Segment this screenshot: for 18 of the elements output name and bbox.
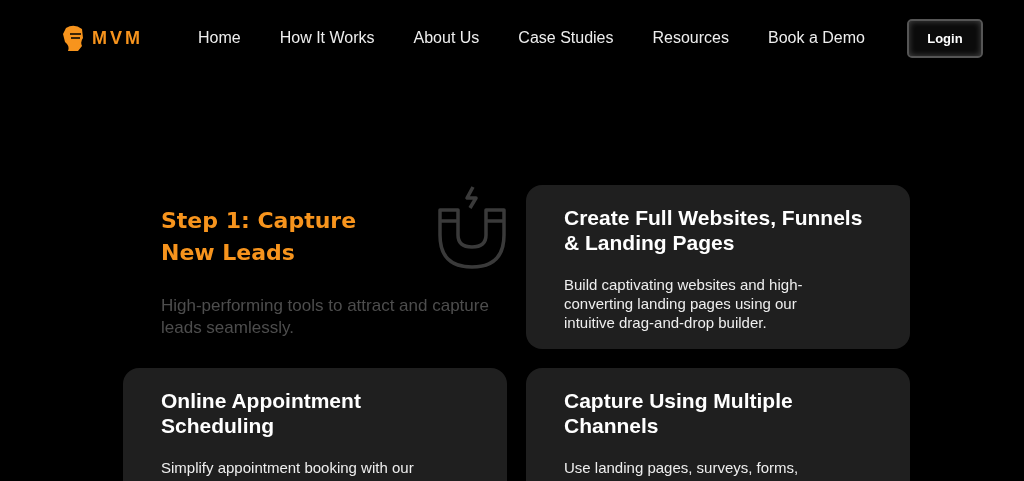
- card-title: Online Appointment Scheduling: [161, 388, 362, 438]
- nav-link[interactable]: About Us: [413, 29, 480, 47]
- magnet-icon: [437, 185, 507, 269]
- step-title: Step 1: Capture New Leads: [161, 207, 358, 267]
- card-text: Build captivating websites and high-converting landing pages using our intuitive drag-and-drop builder.: [564, 275, 804, 332]
- card-text: Use landing pages, surveys, forms,: [564, 458, 800, 477]
- nav-link[interactable]: Home: [198, 29, 241, 47]
- step-subtitle: High-performing tools to attract and capture leads seamlessly.: [161, 295, 490, 339]
- login-button[interactable]: Login: [906, 18, 983, 58]
- card-text: Simplify appointment booking with our: [161, 458, 415, 477]
- card-title: Capture Using Multiple Channels: [564, 388, 794, 438]
- nav-link[interactable]: How It Works: [279, 29, 375, 47]
- nav-link[interactable]: Case Studies: [518, 29, 614, 47]
- knight-helmet-icon: [62, 24, 86, 52]
- card-title: Create Full Websites, Funnels & Landing Pages: [564, 205, 864, 255]
- logo-text: MVM: [92, 27, 143, 49]
- nav-link[interactable]: Resources: [652, 29, 729, 47]
- nav-link[interactable]: Book a Demo: [768, 29, 865, 47]
